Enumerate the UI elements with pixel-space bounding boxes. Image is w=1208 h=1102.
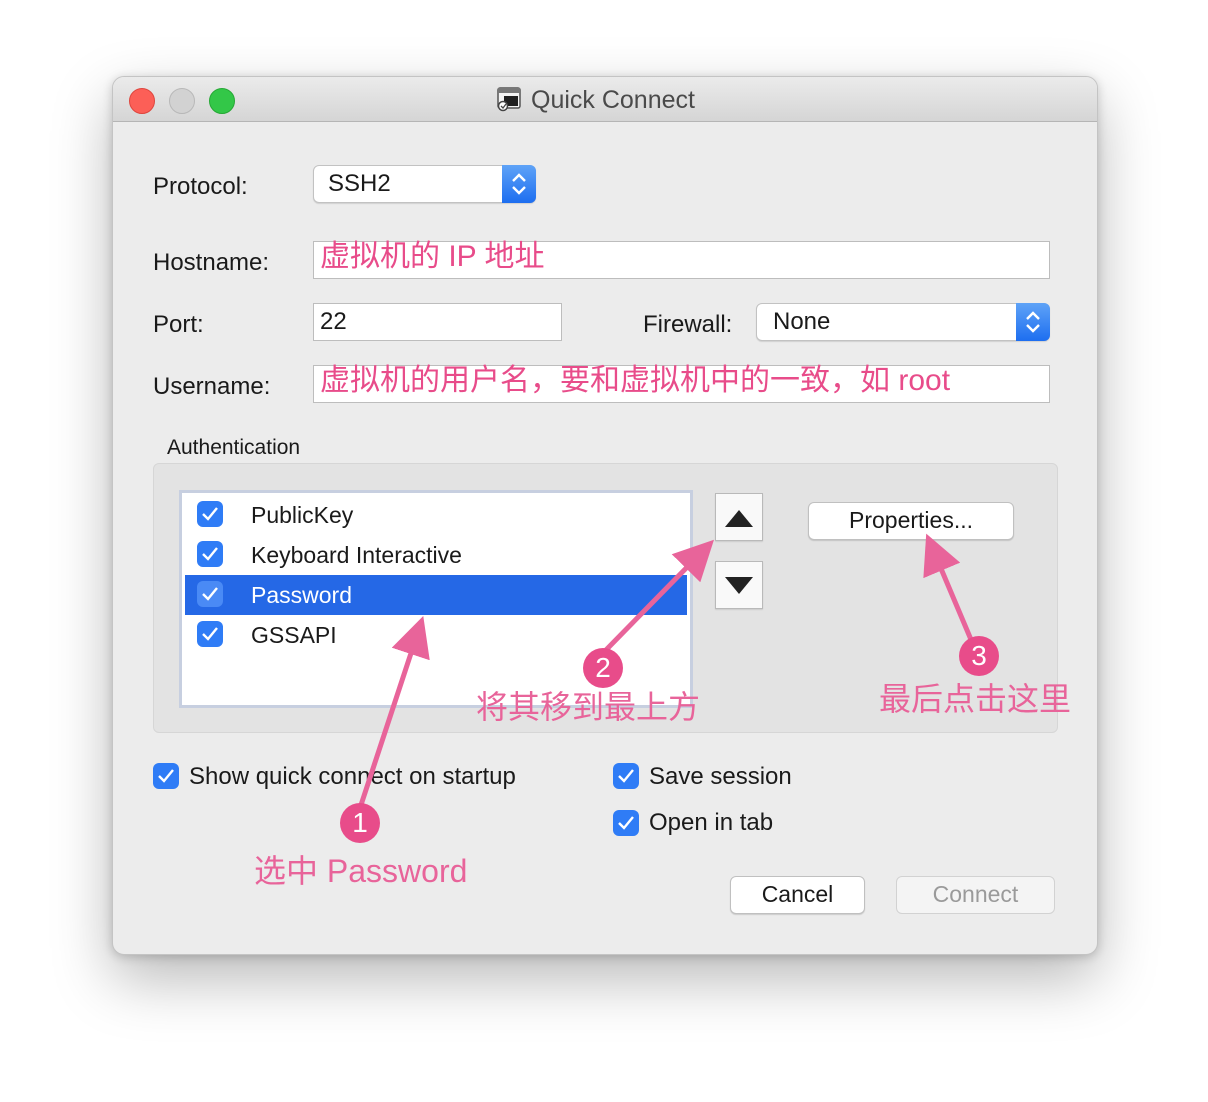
authentication-label: Authentication (167, 436, 301, 459)
checkbox-checked-icon[interactable] (197, 541, 223, 567)
move-up-button[interactable] (715, 493, 763, 541)
save-session-label: Save session (649, 763, 792, 790)
quick-connect-window: Quick Connect Protocol: SSH2 Hostname: 虚… (112, 76, 1098, 955)
zoom-button[interactable] (209, 88, 235, 114)
minimize-button[interactable] (169, 88, 195, 114)
list-item-label: Password (251, 582, 352, 608)
port-value: 22 (320, 308, 347, 335)
connect-button[interactable]: Connect (896, 876, 1055, 914)
open-in-tab-label: Open in tab (649, 809, 774, 836)
list-item-label: GSSAPI (251, 622, 337, 648)
authentication-list[interactable]: PublicKey Keyboard Interactive Password … (179, 490, 693, 708)
step-3-number: 3 (971, 640, 987, 671)
step-2-number: 2 (595, 652, 611, 683)
step-2-caption: 将其移到最上方 (476, 689, 701, 725)
open-in-tab-checkbox[interactable] (613, 810, 639, 836)
hostname-value: 虚拟机的 IP 地址 (320, 240, 545, 273)
save-session-checkbox[interactable] (613, 763, 639, 789)
title-bar[interactable]: Quick Connect (113, 77, 1097, 122)
list-item[interactable]: PublicKey (185, 495, 687, 535)
stepper-arrows-icon (502, 165, 536, 203)
quick-connect-app-icon (497, 87, 521, 112)
firewall-value: None (773, 308, 831, 335)
port-label: Port: (153, 311, 204, 338)
stepper-arrows-icon (1016, 303, 1050, 341)
step-1-number: 1 (352, 807, 368, 838)
hostname-label: Hostname: (153, 249, 270, 276)
cancel-button[interactable]: Cancel (730, 876, 865, 914)
protocol-value: SSH2 (328, 170, 391, 197)
list-item-label: PublicKey (251, 502, 354, 528)
show-quick-connect-checkbox[interactable] (153, 763, 179, 789)
close-button[interactable] (129, 88, 155, 114)
protocol-label: Protocol: (153, 173, 248, 200)
show-quick-connect-label: Show quick connect on startup (189, 763, 516, 790)
window-title: Quick Connect (531, 86, 695, 114)
list-item[interactable]: GSSAPI (185, 615, 687, 655)
hostname-field[interactable]: 虚拟机的 IP 地址 (313, 241, 1050, 279)
username-field[interactable]: 虚拟机的用户名，要和虚拟机中的一致，如 root (313, 365, 1050, 403)
list-item-selected[interactable]: Password (185, 575, 687, 615)
list-item[interactable]: Keyboard Interactive (185, 535, 687, 575)
checkbox-checked-icon[interactable] (197, 581, 223, 607)
username-label: Username: (153, 373, 271, 400)
protocol-select[interactable]: SSH2 (313, 165, 536, 203)
checkbox-checked-icon[interactable] (197, 621, 223, 647)
firewall-label: Firewall: (643, 311, 733, 338)
triangle-up-icon (725, 510, 753, 527)
move-down-button[interactable] (715, 561, 763, 609)
firewall-select[interactable]: None (756, 303, 1050, 341)
port-field[interactable]: 22 (313, 303, 562, 341)
username-value: 虚拟机的用户名，要和虚拟机中的一致，如 root (320, 364, 951, 397)
step-3-caption: 最后点击这里 (879, 681, 1072, 717)
step-1-caption: 选中 Password (254, 853, 468, 889)
checkbox-checked-icon[interactable] (197, 501, 223, 527)
list-item-label: Keyboard Interactive (251, 542, 462, 568)
triangle-down-icon (725, 577, 753, 594)
properties-button[interactable]: Properties... (808, 502, 1014, 540)
